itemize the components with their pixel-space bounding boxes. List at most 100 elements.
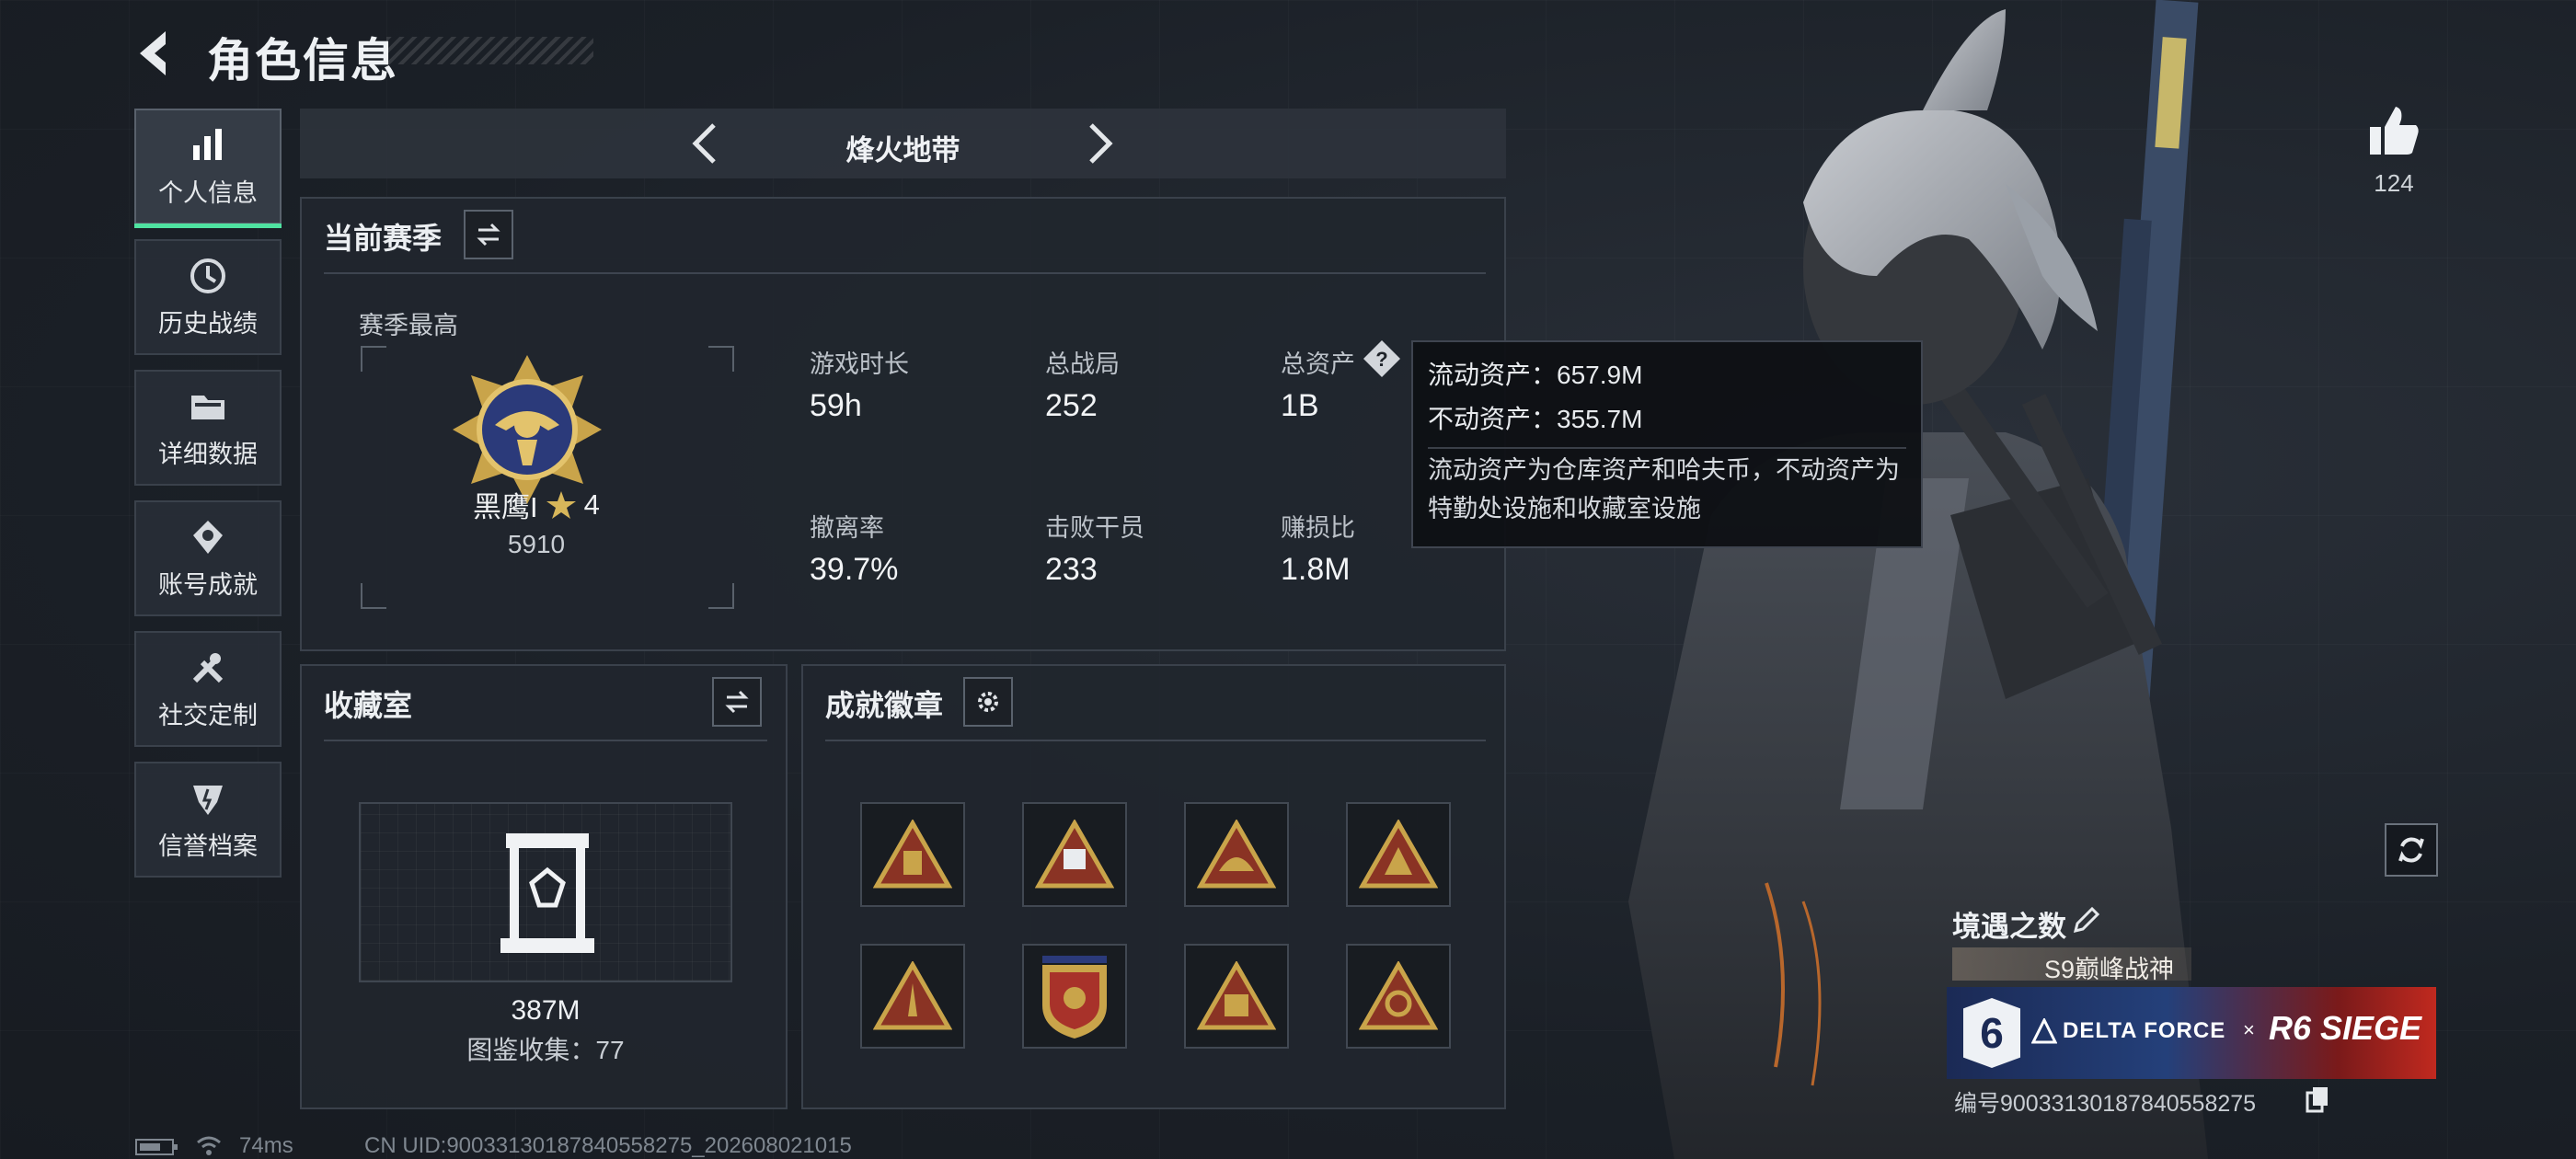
divider [1428, 447, 1906, 449]
page-title: 角色信息 [207, 35, 398, 86]
stat-value: 39.7% [810, 552, 899, 587]
edit-icon[interactable] [2070, 905, 2101, 936]
badge-6-icon [1042, 956, 1107, 1039]
sidebar-item-history[interactable]: 历史战绩 [134, 239, 282, 355]
badges-title: 成就徽章 [825, 689, 944, 722]
badge-slot[interactable] [1022, 802, 1127, 907]
sidebar-item-achievements[interactable]: 账号成就 [134, 500, 282, 616]
collection-showcase[interactable] [359, 802, 732, 982]
sidebar-item-details[interactable]: 详细数据 [134, 370, 282, 486]
badge-slot[interactable] [1184, 944, 1289, 1049]
badge-slot[interactable] [860, 944, 965, 1049]
battery-icon [135, 1139, 178, 1155]
stat-value: 233 [1045, 552, 1098, 587]
sidebar-item-credit[interactable]: 信誉档案 [134, 762, 282, 878]
sidebar-item-label: 社交定制 [158, 701, 258, 729]
season-title: 当前赛季 [324, 222, 443, 255]
badge-slot[interactable] [860, 802, 965, 907]
wifi-icon [197, 1136, 221, 1155]
delta-force-logo: DELTA FORCE [2063, 1018, 2226, 1043]
display-case-icon [500, 833, 594, 953]
swap-icon [725, 690, 749, 714]
encounter-tag: S9巅峰战神 [2044, 956, 2175, 983]
sidebar-item-profile[interactable]: 个人信息 [134, 109, 282, 228]
stat-value: 1.8M [1281, 552, 1351, 587]
star-icon [546, 490, 576, 519]
badge-settings-button[interactable] [963, 677, 1013, 727]
badge-8-icon [1359, 961, 1438, 1030]
title-decoration [386, 37, 593, 64]
svg-text:?: ? [1375, 348, 1387, 371]
fixed-assets: 不动资产：355.7M [1428, 405, 1643, 433]
refresh-icon [2398, 837, 2424, 863]
help-icon[interactable]: ? [1362, 339, 1402, 379]
stat-label: 总战局 [1045, 350, 1120, 378]
refresh-button[interactable] [2385, 823, 2438, 877]
badge-slot[interactable] [1346, 802, 1451, 907]
divider [825, 740, 1486, 741]
bar-chart-icon [193, 128, 222, 160]
badge-5-icon [873, 961, 952, 1030]
like-count: 124 [2374, 169, 2414, 197]
sidebar-item-label: 信誉档案 [158, 832, 258, 860]
collection-title: 收藏室 [324, 689, 413, 722]
stat-label: 赚损比 [1281, 514, 1355, 542]
assets-description: 流动资产为仓库资产和哈夫币，不动资产为特勤处设施和收藏室设施 [1428, 456, 1900, 522]
gear-icon [978, 692, 998, 712]
shield-icon [193, 785, 223, 815]
collab-cross: × [2243, 1018, 2255, 1041]
assets-tooltip: 流动资产：657.9M 不动资产：355.7M 流动资产为仓库资产和哈夫币，不动… [1411, 340, 1923, 548]
season-highest-label: 赛季最高 [359, 312, 458, 339]
r6-siege-logo: R6 SIEGE [2269, 1009, 2422, 1047]
rank-title: 黑鹰I 4 [473, 484, 694, 525]
divider [324, 272, 1486, 274]
stat-label: 总资产 [1281, 350, 1355, 378]
collection-value: 387M [511, 995, 581, 1026]
badge-2-icon [1035, 820, 1114, 889]
serial-number: 编号9003313018784055827​5 [1954, 1091, 2257, 1117]
badge-4-icon [1359, 820, 1438, 889]
mode-title: 烽火地带 [845, 134, 960, 166]
thumbs-up-icon[interactable] [2364, 101, 2423, 160]
switch-collection-button[interactable] [712, 677, 762, 727]
badge-7-icon [1197, 961, 1276, 1030]
catalog-count: 图鉴收集：77 [466, 1036, 625, 1064]
sidebar-item-label: 账号成就 [158, 570, 258, 599]
chevron-right-icon[interactable] [1073, 118, 1124, 169]
badges-panel: 成就徽章 [801, 664, 1506, 1109]
swap-icon [477, 223, 500, 247]
badge-slot[interactable] [1346, 944, 1451, 1049]
history-icon [190, 258, 225, 293]
banner-number: 6 [1980, 1009, 2004, 1057]
stat-value: 252 [1045, 388, 1098, 423]
rank-name: 黑鹰I [473, 491, 538, 523]
sidebar-item-label: 历史战绩 [158, 309, 258, 338]
folder-icon [191, 395, 224, 419]
frame-corner [708, 346, 734, 372]
badge-slot[interactable] [1184, 802, 1289, 907]
badge-1-icon [873, 820, 952, 889]
switch-season-button[interactable] [464, 210, 513, 259]
copy-icon[interactable] [2306, 1085, 2329, 1113]
tools-icon [192, 652, 224, 683]
badge-slot[interactable] [1022, 944, 1127, 1049]
frame-corner [361, 346, 386, 372]
season-panel: 当前赛季 赛季最高 黑鹰I 4 5910 游戏时长 59h 总战局 252 总资… [300, 197, 1506, 651]
sidebar-item-social[interactable]: 社交定制 [134, 631, 282, 747]
liquid-assets: 流动资产：657.9M [1428, 361, 1643, 389]
stat-label: 撤离率 [810, 514, 884, 542]
collection-panel: 收藏室 387M 图鉴收集：77 [300, 664, 788, 1109]
sidebar-item-label: 详细数据 [158, 440, 258, 468]
sidebar-item-label: 个人信息 [158, 178, 258, 207]
collab-banner[interactable]: 6 DELTA FORCE × R6 SIEGE [1947, 987, 2436, 1079]
stat-label: 游戏时长 [810, 350, 909, 378]
mode-selector: 烽火地带 [300, 109, 1506, 178]
rank-stars: 4 [583, 488, 600, 521]
divider [324, 740, 767, 741]
encounter-title: 境遇之数 [1952, 911, 2066, 943]
back-arrow-icon[interactable] [129, 26, 184, 81]
badge-3-icon [1197, 820, 1276, 889]
stat-value: 59h [810, 388, 862, 423]
ping-value: 74ms [239, 1133, 293, 1158]
character-art [1628, 0, 2208, 1159]
